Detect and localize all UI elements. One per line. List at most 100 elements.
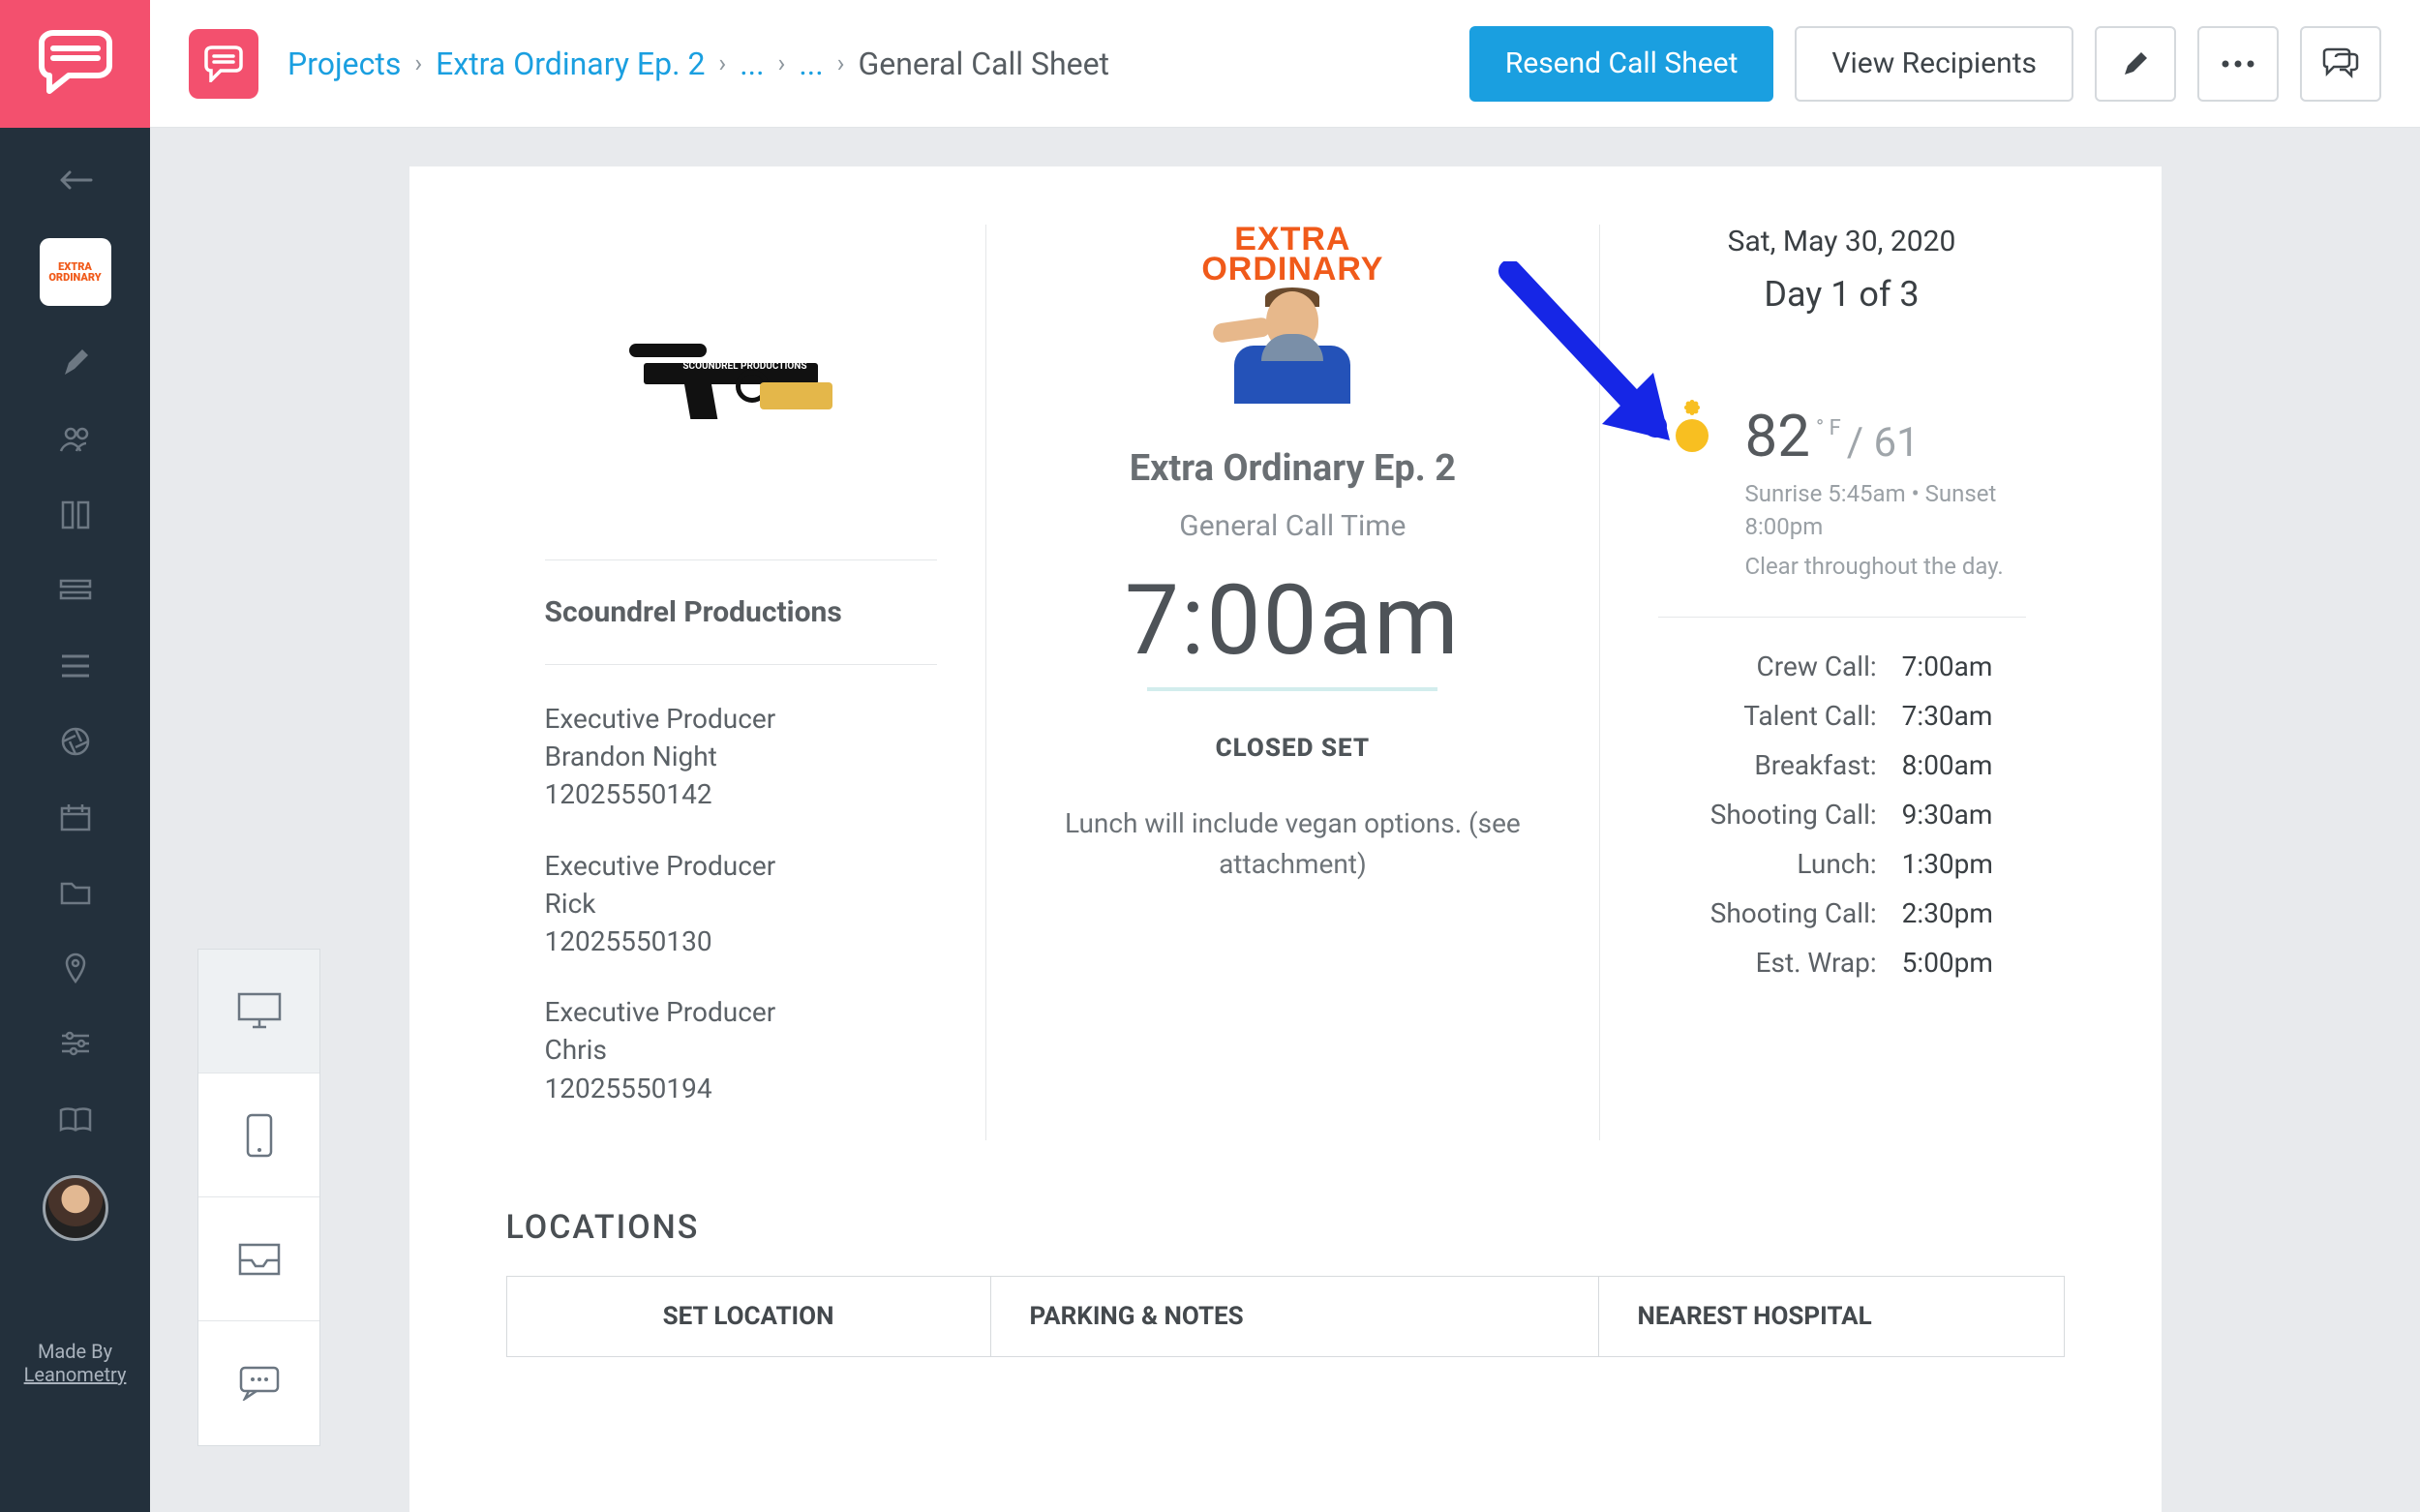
temp-unit: ° F: [1816, 416, 1841, 440]
crumb-projects[interactable]: Projects: [287, 45, 401, 82]
project-thumbnail[interactable]: EXTRAORDINARY: [40, 238, 111, 306]
call-time-value: 7:00am: [1125, 564, 1461, 678]
calendar-icon[interactable]: [58, 800, 93, 834]
project-title: Extra Ordinary Ep. 2: [1130, 447, 1456, 490]
locations-heading: LOCATIONS: [506, 1208, 2065, 1247]
credit-role: Executive Producer: [545, 700, 938, 738]
credit-block: Executive ProducerRick12025550130: [545, 847, 938, 961]
rail-footer: Made By Leanometry: [0, 1340, 150, 1386]
schedule-label: Est. Wrap:: [1658, 947, 1877, 979]
more-horizontal-icon: [2221, 59, 2255, 69]
schedule-label: Breakfast:: [1658, 749, 1877, 781]
credit-name: Rick: [545, 885, 938, 922]
schedule-value: 2:30pm: [1902, 897, 2026, 929]
closed-set-badge: CLOSED SET: [1216, 734, 1371, 763]
aperture-icon[interactable]: [58, 724, 93, 759]
sun-times: Sunrise 5:45am • Sunset 8:00pm: [1745, 478, 2026, 543]
col-parking-notes: PARKING & NOTES: [991, 1277, 1599, 1356]
device-desktop[interactable]: [198, 950, 319, 1074]
sliders-icon[interactable]: [58, 1026, 93, 1061]
locations-section: LOCATIONS SET LOCATION PARKING & NOTES N…: [409, 1140, 2162, 1357]
crumb-ellipsis[interactable]: ...: [740, 45, 764, 82]
topbar: Projects › Extra Ordinary Ep. 2 › ... › …: [150, 0, 2420, 128]
schedule-label: Shooting Call:: [1658, 799, 1877, 831]
credit-phone: 12025550130: [545, 922, 938, 960]
stack-icon[interactable]: [58, 573, 93, 608]
device-mobile[interactable]: [198, 1074, 319, 1197]
resend-button[interactable]: Resend Call Sheet: [1469, 26, 1774, 102]
project-poster: EXTRAORDINARY: [1191, 225, 1394, 408]
schedule-label: Crew Call:: [1658, 650, 1877, 682]
weather-summary: Clear throughout the day.: [1745, 551, 2026, 584]
schedule-row: Shooting Call: 9:30am: [1658, 799, 2026, 831]
content-scroll[interactable]: SCOUNDREL PRODUCTIONS Scoundrel Producti…: [150, 128, 2420, 1512]
call-time-column: EXTRAORDINARY Extra Ordinary Ep. 2 Gener…: [985, 225, 1599, 1140]
schedule-list: Crew Call: 7:00am Talent Call: 7:30am Breakf…: [1658, 650, 2026, 979]
company-column: SCOUNDREL PRODUCTIONS Scoundrel Producti…: [506, 225, 986, 1140]
chat-icon: [2321, 47, 2360, 80]
weather-block: 82 ° F / 61 Sunrise 5:45am • Sunset 8:00…: [1658, 402, 2026, 617]
user-avatar[interactable]: [43, 1175, 108, 1241]
schedule-value: 9:30am: [1902, 799, 2026, 831]
schedule-value: 7:00am: [1902, 650, 2026, 682]
pencil-icon: [2121, 49, 2150, 78]
columns-icon[interactable]: [58, 498, 93, 532]
credit-phone: 12025550142: [545, 775, 938, 813]
schedule-label: Lunch:: [1658, 848, 1877, 880]
chevron-right-icon: ›: [776, 49, 788, 78]
lunch-note: Lunch will include vegan options. (see a…: [1025, 803, 1559, 885]
company-logo: SCOUNDREL PRODUCTIONS: [629, 326, 852, 423]
folder-icon[interactable]: [58, 875, 93, 910]
schedule-value: 8:00am: [1902, 749, 2026, 781]
credit-role: Executive Producer: [545, 847, 938, 885]
people-icon[interactable]: [58, 422, 93, 457]
brand-logo[interactable]: [0, 0, 150, 128]
schedule-label: Talent Call:: [1658, 700, 1877, 732]
project-badge[interactable]: [189, 29, 258, 99]
device-inbox[interactable]: [198, 1197, 319, 1321]
schedule-row: Crew Call: 7:00am: [1658, 650, 2026, 682]
pin-icon[interactable]: [58, 951, 93, 985]
device-chat[interactable]: [198, 1321, 319, 1445]
device-preview-panel: [197, 949, 320, 1446]
crumb-project[interactable]: Extra Ordinary Ep. 2: [436, 45, 705, 82]
shoot-date: Sat, May 30, 2020: [1658, 225, 2026, 258]
view-recipients-button[interactable]: View Recipients: [1795, 26, 2073, 102]
schedule-value: 7:30am: [1902, 700, 2026, 732]
pencil-icon[interactable]: [58, 347, 93, 381]
credit-phone: 12025550194: [545, 1070, 938, 1107]
made-by-label: Made By: [0, 1340, 150, 1363]
edit-button[interactable]: [2095, 26, 2176, 102]
temp-high: 82: [1745, 402, 1810, 470]
schedule-column: Sat, May 30, 2020 Day 1 of 3: [1600, 225, 2065, 1140]
crumb-current: General Call Sheet: [858, 45, 1109, 82]
locations-table: SET LOCATION PARKING & NOTES NEAREST HOS…: [506, 1276, 2065, 1357]
chevron-right-icon: ›: [835, 49, 847, 78]
chevron-right-icon: ›: [412, 49, 424, 78]
back-arrow-icon[interactable]: [58, 163, 93, 197]
breadcrumb: Projects › Extra Ordinary Ep. 2 › ... › …: [287, 45, 1109, 82]
more-button[interactable]: [2197, 26, 2279, 102]
shoot-day: Day 1 of 3: [1658, 274, 2026, 315]
list-icon[interactable]: [58, 649, 93, 683]
crumb-ellipsis[interactable]: ...: [799, 45, 823, 82]
credit-role: Executive Producer: [545, 993, 938, 1031]
company-name: Scoundrel Productions: [545, 595, 938, 629]
schedule-row: Breakfast: 8:00am: [1658, 749, 2026, 781]
schedule-row: Lunch: 1:30pm: [1658, 848, 2026, 880]
schedule-row: Talent Call: 7:30am: [1658, 700, 2026, 732]
sun-icon: [1658, 402, 1726, 469]
schedule-value: 1:30pm: [1902, 848, 2026, 880]
credit-block: Executive ProducerChris12025550194: [545, 993, 938, 1107]
book-icon[interactable]: [58, 1102, 93, 1136]
comments-button[interactable]: [2300, 26, 2381, 102]
made-by-company[interactable]: Leanometry: [0, 1363, 150, 1386]
call-sheet: SCOUNDREL PRODUCTIONS Scoundrel Producti…: [409, 166, 2162, 1512]
call-time-label: General Call Time: [1179, 509, 1406, 543]
col-set-location: SET LOCATION: [507, 1277, 991, 1356]
schedule-row: Shooting Call: 2:30pm: [1658, 897, 2026, 929]
col-nearest-hospital: NEAREST HOSPITAL: [1599, 1277, 2064, 1356]
app-left-rail: EXTRAORDINARY Made By Leanometry: [0, 0, 150, 1512]
credit-name: Chris: [545, 1031, 938, 1069]
schedule-label: Shooting Call:: [1658, 897, 1877, 929]
